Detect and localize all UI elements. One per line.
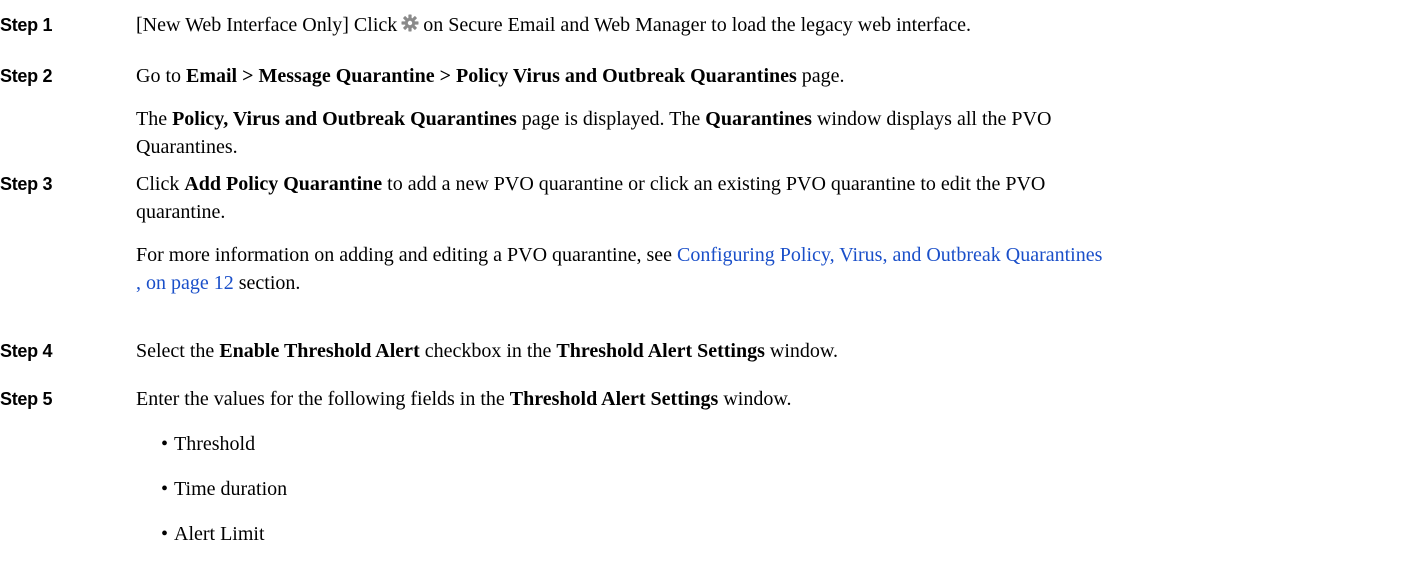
bullet: • — [161, 523, 169, 545]
bullet: • — [161, 433, 169, 455]
step-label: Step 3 — [0, 174, 53, 194]
window-name: Quarantines — [705, 108, 812, 130]
field-list: • Threshold • Time duration • Alert Limit — [136, 430, 1406, 548]
step-label: Step 5 — [0, 389, 53, 409]
step-result: The Policy, Virus and Outbreak Quarantin… — [136, 108, 1052, 158]
window-name: Threshold Alert Settings — [509, 388, 719, 410]
step-instruction: [New Web Interface Only] Click on Secure … — [136, 11, 1406, 40]
step-instruction: Go to Email > Message Quarantine > Polic… — [136, 65, 845, 87]
step-body: Go to Email > Message Quarantine > Polic… — [136, 64, 1406, 161]
step-instruction: Click Add Policy Quarantine to add a new… — [136, 173, 1046, 223]
list-item: • Threshold — [136, 430, 1406, 458]
step-body: Select the Enable Threshold Alert checkb… — [136, 339, 1406, 365]
list-item: • Time duration — [136, 475, 1406, 503]
page-name: Policy, Virus and Outbreak Quarantines — [172, 108, 517, 130]
step-label: Step 1 — [0, 15, 53, 35]
bullet: • — [161, 478, 169, 500]
gear-icon[interactable] — [401, 12, 419, 40]
step-body: [New Web Interface Only] Click on Secure … — [136, 13, 1406, 40]
step-note: For more information on adding and editi… — [136, 244, 1103, 294]
step-instruction: Select the Enable Threshold Alert checkb… — [136, 340, 839, 362]
checkbox-name: Enable Threshold Alert — [219, 340, 420, 362]
window-name: Threshold Alert Settings — [556, 340, 765, 362]
step-body: Enter the values for the following field… — [136, 387, 1406, 565]
step-body: Click Add Policy Quarantine to add a new… — [136, 172, 1406, 297]
menu-path: Email > Message Quarantine > Policy Viru… — [186, 65, 797, 87]
list-item: • Alert Limit — [136, 520, 1406, 548]
step-instruction: Enter the values for the following field… — [136, 388, 792, 410]
step-label: Step 2 — [0, 66, 53, 86]
button-name: Add Policy Quarantine — [184, 173, 383, 195]
step-label: Step 4 — [0, 341, 53, 361]
